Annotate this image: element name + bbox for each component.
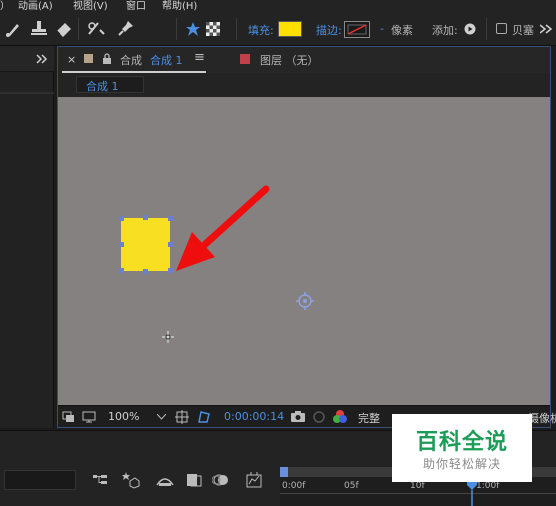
monitor-icon[interactable]: [82, 411, 96, 423]
composition-viewer[interactable]: [58, 97, 550, 405]
panel-divider: [0, 92, 54, 94]
star-shape-icon[interactable]: [186, 22, 200, 36]
menu-leading: ）: [0, 1, 10, 12]
bezier-label: 贝塞: [512, 24, 534, 37]
selection-handle[interactable]: [143, 269, 148, 274]
watermark-title: 百科全说: [415, 430, 508, 455]
menu-animation[interactable]: 动画(A): [18, 0, 53, 12]
roto-brush-tool-icon[interactable]: [84, 18, 108, 38]
composition-panel: × 合成 合成 1 ≡ 图层 （无） 合成 1 100% 0:00:00:14 …: [57, 46, 556, 428]
add-menu-icon[interactable]: [464, 23, 476, 35]
composition-breadcrumb-row: 合成 1: [58, 73, 550, 97]
color-channels-icon[interactable]: [332, 409, 348, 425]
toolbar: 填充: 描边: - 像素 添加: 贝塞: [0, 12, 556, 46]
ruler-baseline: [280, 493, 556, 494]
camera-snapshot-icon[interactable]: [290, 410, 306, 423]
selection-handle[interactable]: [119, 216, 124, 221]
clone-stamp-tool-icon[interactable]: [28, 18, 50, 38]
motion-blur-icon[interactable]: [212, 473, 230, 487]
watermark-subtitle: 助你轻松解决: [422, 457, 501, 471]
stroke-units: 像素: [391, 24, 413, 37]
breadcrumb-label: 合成 1: [86, 80, 119, 93]
yellow-square-shape[interactable]: [119, 215, 173, 274]
close-tab-icon[interactable]: ×: [67, 53, 76, 66]
red-arrow-annotation: [176, 185, 270, 271]
bezier-checkbox[interactable]: [496, 23, 507, 34]
anchor-point-icon[interactable]: [296, 292, 314, 310]
ruler-tick-label: 1:00f: [476, 481, 500, 491]
layer-tab-label[interactable]: 图层 （无）: [260, 52, 319, 68]
selection-handle[interactable]: [168, 216, 173, 221]
transparency-grid-icon[interactable]: [206, 22, 222, 36]
chevron-down-icon[interactable]: [157, 414, 166, 420]
composition-mini-flowchart-icon[interactable]: [92, 473, 108, 487]
current-timecode[interactable]: 0:00:00:14: [224, 410, 284, 423]
shy-layers-icon[interactable]: [156, 473, 174, 487]
menu-bar: ） 动画(A) 视图(V) 窗口 帮助(H): [0, 0, 556, 12]
composition-tab-label[interactable]: 合成: [120, 52, 142, 68]
selection-handle[interactable]: [119, 242, 124, 247]
toolbar-overflow-icon[interactable]: [540, 24, 554, 34]
ruler-tick-label: 10f: [410, 481, 425, 491]
viewer-canvas: [119, 185, 314, 343]
selection-handle[interactable]: [143, 215, 148, 220]
project-panel: [0, 46, 54, 428]
breadcrumb-composition[interactable]: 合成 1: [76, 76, 144, 93]
move-cursor-icon: [162, 331, 174, 343]
composition-tab-name[interactable]: 合成 1: [150, 52, 183, 68]
mask-toggle-icon[interactable]: [196, 410, 210, 424]
selection-handle[interactable]: [168, 242, 173, 247]
brush-tool-icon[interactable]: [4, 18, 24, 38]
yellow-square-fill[interactable]: [121, 218, 170, 271]
toolbar-separator: [78, 18, 79, 40]
fill-color-swatch[interactable]: [278, 21, 302, 37]
fill-label[interactable]: 填充:: [248, 22, 274, 38]
draft-3d-icon[interactable]: [122, 471, 140, 489]
menu-window[interactable]: 窗口: [126, 0, 146, 12]
lock-icon[interactable]: [102, 53, 112, 65]
puppet-pin-tool-icon[interactable]: [116, 18, 136, 38]
stroke-label[interactable]: 描边:: [316, 22, 342, 38]
timeline-search-input[interactable]: [4, 470, 76, 490]
project-panel-header: [0, 46, 54, 72]
work-area-start-handle[interactable]: [280, 467, 288, 477]
always-preview-icon[interactable]: [62, 411, 76, 423]
menu-view[interactable]: 视图(V): [73, 0, 108, 12]
tab-menu-icon[interactable]: ≡: [194, 50, 205, 65]
stroke-none-swatch-icon[interactable]: [344, 21, 370, 38]
zoom-value[interactable]: 100%: [108, 410, 139, 423]
ruler-tick-label: 05f: [344, 481, 359, 491]
watermark-logo: 百科全说 助你轻松解决: [392, 414, 532, 482]
menu-help[interactable]: 帮助(H): [162, 0, 197, 12]
comp-color-label-icon: [84, 54, 93, 63]
stroke-width-value[interactable]: -: [380, 22, 384, 35]
show-snapshot-icon[interactable]: [312, 410, 326, 424]
ruler-tick-label: 0:00f: [282, 481, 306, 491]
eraser-tool-icon[interactable]: [54, 18, 74, 38]
toolbar-separator: [236, 18, 237, 40]
resolution-quality[interactable]: 完整: [358, 410, 380, 426]
frame-blending-icon[interactable]: [186, 473, 202, 487]
selection-handle[interactable]: [119, 268, 124, 273]
composition-tab-row: × 合成 合成 1 ≡ 图层 （无）: [58, 47, 550, 73]
add-label: 添加:: [432, 24, 458, 37]
toolbar-separator: [176, 18, 177, 40]
graph-editor-icon[interactable]: [246, 472, 262, 488]
layer-color-label-icon: [240, 54, 250, 64]
active-camera-label[interactable]: 摄像机: [528, 410, 556, 426]
selection-handle[interactable]: [168, 268, 173, 273]
region-of-interest-icon[interactable]: [175, 410, 189, 424]
toolbar-separator: [486, 18, 487, 40]
panel-expand-icon[interactable]: [36, 54, 48, 64]
